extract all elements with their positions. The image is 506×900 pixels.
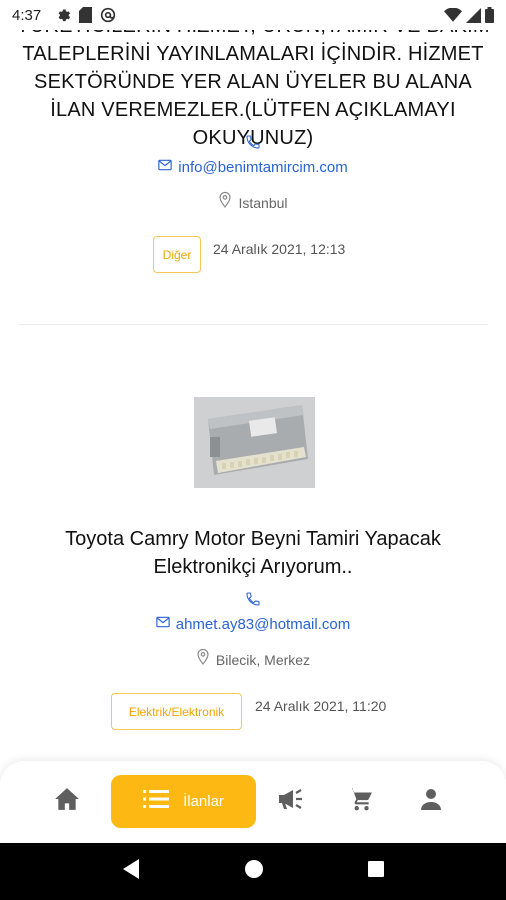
mail-icon: [156, 615, 170, 633]
status-bar: 4:37: [0, 0, 506, 30]
email-link[interactable]: info@benimtamircim.com: [178, 159, 347, 176]
email-link[interactable]: ahmet.ay83@hotmail.com: [176, 616, 350, 633]
list-icon[interactable]: [143, 789, 170, 814]
mail-icon: [158, 158, 172, 176]
listings-feed[interactable]: YÜRETİCİLERİN HİZMET, ÜRÜN,TAMİR VE BAKI…: [0, 0, 506, 770]
battery-icon: [485, 7, 494, 23]
location-pin-icon: [218, 191, 232, 214]
system-navigation-bar: [0, 843, 506, 900]
location-row: Istanbul: [0, 191, 506, 214]
cart-icon[interactable]: [347, 786, 373, 817]
email-row[interactable]: ahmet.ay83@hotmail.com: [0, 615, 506, 633]
listing-title[interactable]: Toyota Camry Motor Beyni Tamiri Yapacak …: [30, 525, 476, 581]
recents-icon[interactable]: [367, 860, 385, 883]
category-badge[interactable]: Diğer: [153, 236, 201, 273]
gear-icon: [55, 7, 71, 23]
person-icon[interactable]: [419, 787, 443, 816]
at-sign-icon: [100, 7, 116, 23]
megaphone-icon[interactable]: [276, 788, 304, 815]
listing-description: YÜRETİCİLERİN HİZMET, ÜRÜN,TAMİR VE BAKI…: [16, 15, 489, 149]
home-icon[interactable]: [54, 787, 80, 816]
location-text: Istanbul: [238, 194, 288, 211]
wifi-icon: [444, 8, 462, 22]
phone-icon[interactable]: [245, 134, 261, 155]
nav-profile[interactable]: [409, 776, 453, 826]
nav-ilanlar-label[interactable]: İlanlar: [183, 793, 224, 810]
listing-image[interactable]: [194, 397, 315, 488]
nav-cart[interactable]: [338, 776, 382, 826]
sim-card-icon: [79, 7, 93, 23]
signal-icon: [466, 7, 481, 23]
nav-home[interactable]: [45, 776, 89, 826]
listing-date: 24 Aralık 2021, 11:20: [255, 698, 387, 714]
nav-announcements[interactable]: [268, 776, 312, 826]
listing-date: 24 Aralık 2021, 12:13: [213, 241, 346, 257]
status-time: 4:37: [12, 6, 42, 24]
location-row: Bilecik, Merkez: [0, 648, 506, 671]
location-text: Bilecik, Merkez: [215, 651, 311, 668]
nav-ilanlar[interactable]: İlanlar: [111, 775, 256, 828]
phone-row[interactable]: [0, 591, 506, 612]
home-circle-icon[interactable]: [244, 859, 264, 884]
divider: [18, 324, 488, 325]
back-icon[interactable]: [121, 858, 141, 885]
phone-row[interactable]: [0, 134, 506, 155]
phone-icon[interactable]: [245, 591, 261, 612]
category-badge[interactable]: Elektrik/Elektronik: [111, 693, 242, 730]
email-row[interactable]: info@benimtamircim.com: [0, 158, 506, 176]
location-pin-icon: [196, 648, 210, 671]
